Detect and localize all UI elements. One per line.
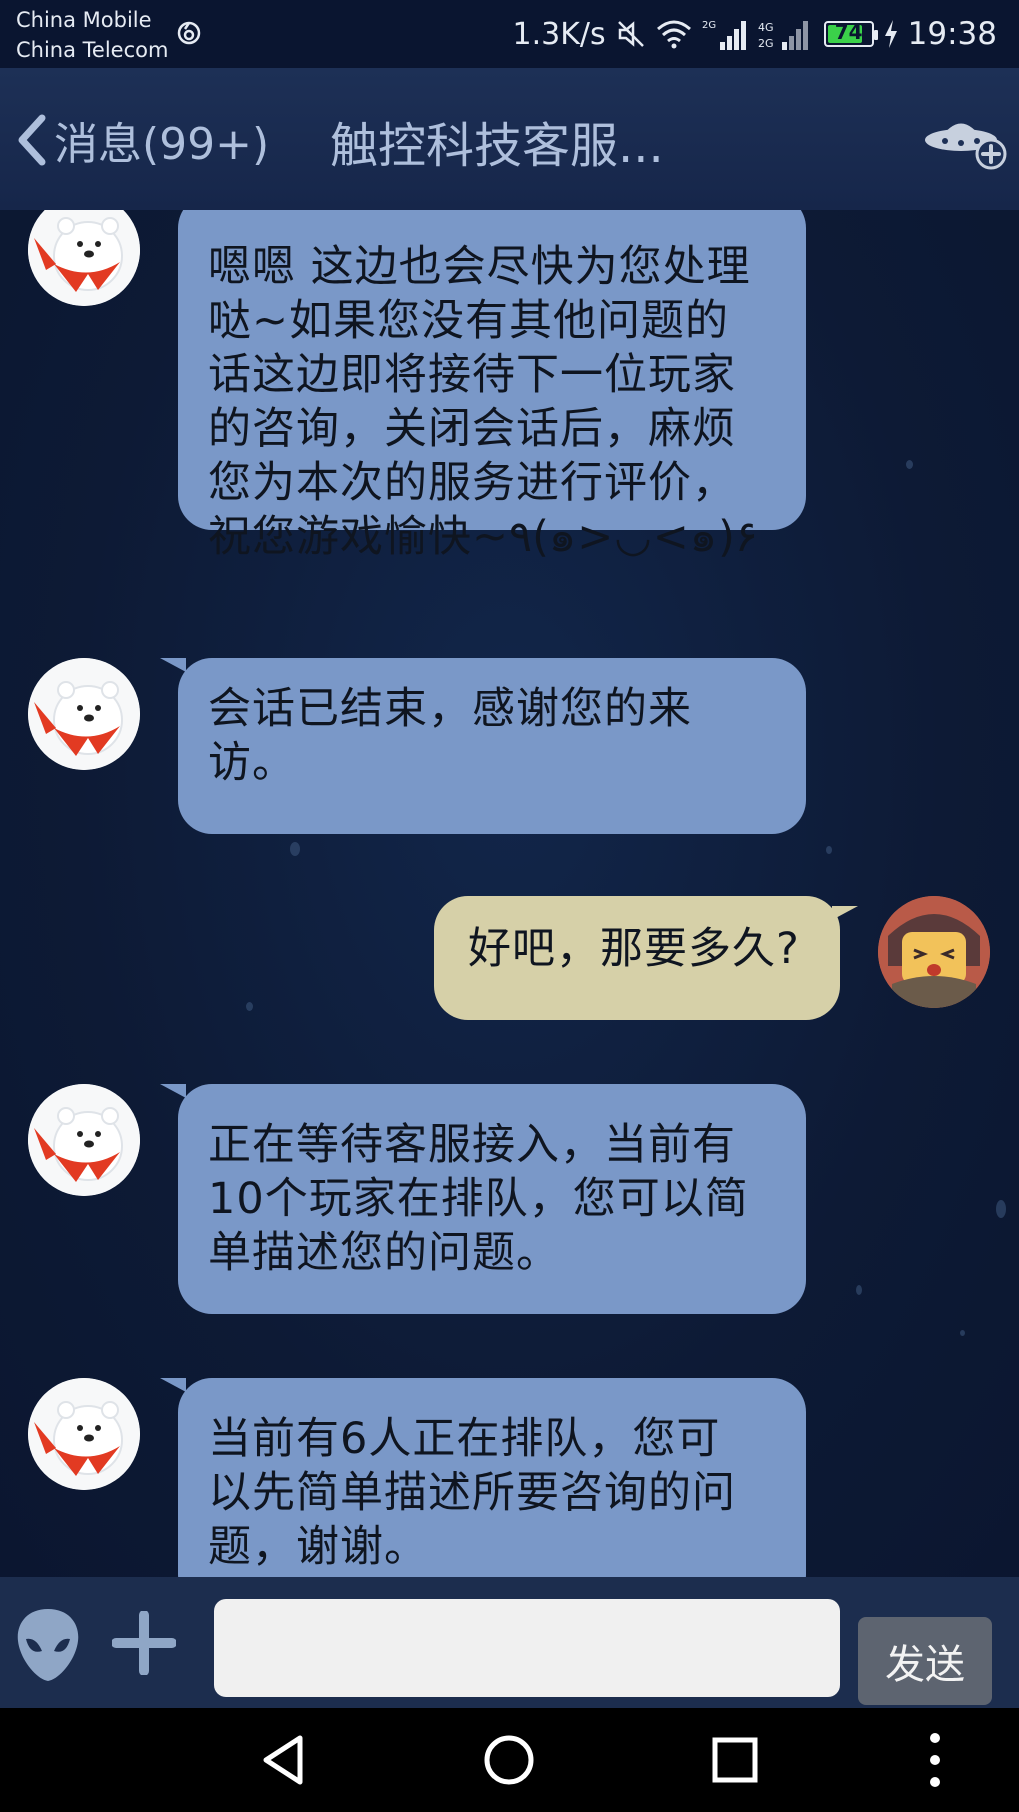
message-text: 好吧，那要多久? [468,924,800,974]
message-bubble-incoming[interactable]: 当前有6人正在排队，您可 以先简单描述所要咨询的问 题，谢谢。 [160,1378,806,1577]
message-text: 题，谢谢。 [208,1522,428,1572]
polar-bear-icon [28,210,140,306]
message-text: 当前有6人正在排队，您可 [208,1414,721,1464]
message-text: 您为本次的服务进行评价， [208,458,736,508]
svg-text:2G: 2G [758,37,774,50]
polar-bear-icon [28,1378,140,1490]
composer-bar: 发送 [0,1577,1019,1708]
charging-icon [884,20,897,48]
message-bubble-outgoing[interactable]: 好吧，那要多久? [434,896,858,1020]
message-text: 哒~如果您没有其他问题的 [208,296,730,346]
message-text: 10个玩家在排队，您可以简 [208,1174,749,1224]
message-text: 正在等待客服接入，当前有 [208,1120,736,1170]
message-bubble-incoming[interactable]: 会话已结束，感谢您的来 访。 [160,658,806,834]
battery-level: 74 [834,20,863,44]
svg-text:4G: 4G [758,21,774,34]
status-bar: China Mobile China Telecom 1.3K/s 2G 4G … [0,0,1019,68]
background-star [290,842,300,856]
sync-icon [177,21,201,45]
carrier-name: China Mobile [16,8,152,32]
message-bubble-incoming[interactable]: 嗯嗯 这边也会尽快为您处理 哒~如果您没有其他问题的 话这边即将接待下一位玩家 … [178,210,806,562]
alien-emoji-icon[interactable] [14,1607,82,1683]
message-text: 以先简单描述所要咨询的问 [208,1468,736,1518]
background-star [906,460,913,469]
chevron-left-icon [18,114,46,166]
avatar-polar-bear[interactable] [28,210,140,306]
system-nav-bar [0,1708,1019,1812]
message-bubble-incoming[interactable]: 正在等待客服接入，当前有 10个玩家在排队，您可以简 单描述您的问题。 [160,1084,806,1314]
message-input[interactable] [214,1599,840,1697]
wifi-icon [656,20,691,49]
message-text: 话这边即将接待下一位玩家 [208,350,736,400]
message-text: 的咨询，关闭会话后，麻烦 [208,404,736,454]
background-star [826,846,832,854]
carrier-name: China Telecom [16,38,169,62]
background-star [960,1330,965,1336]
avatar-polar-bear[interactable] [28,1378,140,1490]
page-title: 触控科技客服... [330,118,664,174]
status-indicators: 1.3K/s 2G 4G 2G 74 19:38 [513,16,997,52]
message-text: 嗯嗯 这边也会尽快为您处理 [208,242,751,292]
recents-square-icon[interactable] [705,1730,765,1790]
message-text: 会话已结束，感谢您的来 [208,684,692,734]
user-avatar-icon [878,896,990,1008]
home-circle-icon[interactable] [479,1730,539,1790]
background-star [246,1002,253,1011]
background-star [856,1285,862,1295]
polar-bear-icon [28,1084,140,1196]
plus-icon[interactable] [112,1611,176,1675]
network-speed: 1.3K/s [512,16,606,52]
back-triangle-icon[interactable] [254,1730,314,1790]
mute-icon [617,21,644,47]
signal-strength-icon: 4G 2G [758,21,808,50]
message-text: 访。 [208,738,296,788]
clock: 19:38 [907,16,997,52]
ufo-add-icon[interactable] [923,110,1009,172]
background-star [996,1200,1006,1218]
signal-strength-icon: 2G [702,20,746,50]
more-dots-icon[interactable] [905,1730,965,1790]
send-button[interactable]: 发送 [858,1617,992,1705]
avatar-user[interactable] [878,896,990,1008]
polar-bear-icon [28,658,140,770]
chat-header: 消息(99+) 触控科技客服... [0,68,1019,210]
message-text: 单描述您的问题。 [208,1228,560,1278]
signal-label: 2G [702,20,716,31]
back-label: 消息(99+) [54,119,270,170]
battery-icon: 74 [823,20,878,47]
message-list[interactable]: 嗯嗯 这边也会尽快为您处理 哒~如果您没有其他问题的 话这边即将接待下一位玩家 … [0,210,1019,1577]
avatar-polar-bear[interactable] [28,658,140,770]
message-text: 祝您游戏愉快~٩(๑>◡<๑)۶ [208,512,758,562]
back-button[interactable]: 消息(99+) [10,100,269,180]
avatar-polar-bear[interactable] [28,1084,140,1196]
